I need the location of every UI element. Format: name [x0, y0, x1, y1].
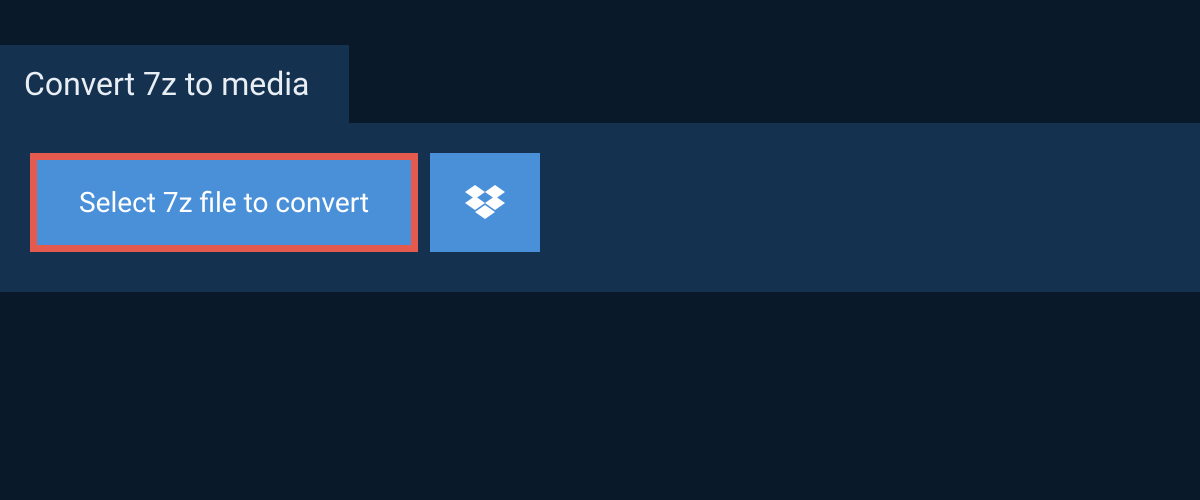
page-title: Convert 7z to media: [24, 65, 309, 103]
dropbox-button[interactable]: [430, 153, 540, 252]
select-file-button[interactable]: Select 7z file to convert: [30, 153, 418, 252]
tab-header: Convert 7z to media: [0, 45, 349, 123]
converter-panel: Select 7z file to convert: [0, 123, 1200, 292]
button-row: Select 7z file to convert: [30, 153, 1170, 252]
dropbox-icon: [465, 185, 505, 221]
